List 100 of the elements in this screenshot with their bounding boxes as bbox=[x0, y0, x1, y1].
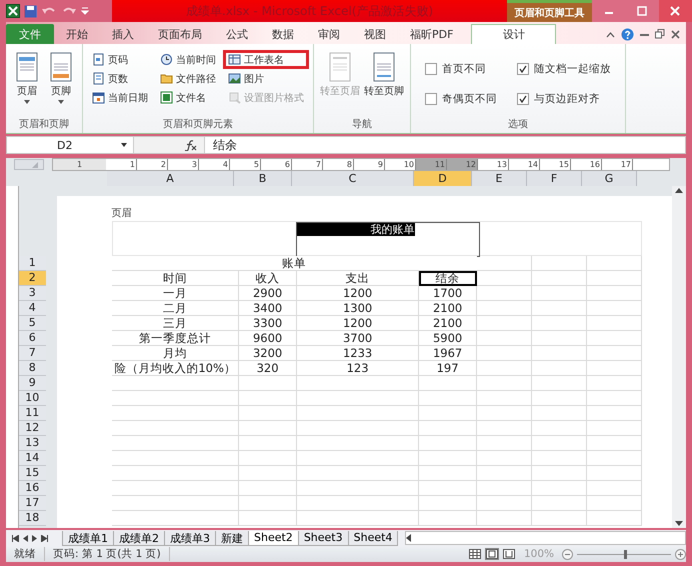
ribbon-tab[interactable]: 数据 bbox=[260, 24, 306, 44]
sheet-tab[interactable]: 新建 bbox=[215, 530, 249, 546]
row-header[interactable]: 17 bbox=[18, 496, 46, 511]
ribbon-button[interactable]: 页脚 bbox=[44, 48, 78, 117]
checkbox[interactable]: 首页不同 bbox=[419, 54, 503, 84]
group-label: 选项 bbox=[507, 118, 529, 132]
zoom-in-button[interactable] bbox=[675, 548, 686, 560]
column-header[interactable]: F bbox=[527, 171, 582, 186]
horizontal-scrollbar[interactable] bbox=[405, 531, 686, 545]
ribbon-button[interactable]: 工作表名 bbox=[223, 50, 309, 69]
check-icon bbox=[519, 95, 527, 103]
collapse-icon[interactable] bbox=[606, 30, 615, 38]
ribbon-tab[interactable]: 开始 bbox=[54, 24, 100, 44]
sheet-tab[interactable]: Sheet2 bbox=[248, 530, 299, 546]
row-header[interactable]: 1 bbox=[18, 256, 46, 271]
zoom-out-button[interactable] bbox=[562, 548, 573, 560]
ribbon-button[interactable]: 页眉 bbox=[10, 48, 44, 117]
ribbon-tab[interactable]: 设计 bbox=[471, 24, 556, 44]
row-header[interactable]: 9 bbox=[18, 376, 46, 391]
ribbon-button[interactable]: 页数 bbox=[87, 69, 153, 88]
ribbon-button[interactable]: 当前时间 bbox=[155, 50, 221, 69]
page-layout-icon bbox=[486, 549, 498, 559]
checkbox[interactable]: 与页边距对齐 bbox=[511, 84, 617, 114]
view-button[interactable] bbox=[502, 548, 516, 560]
scroll-down-icon[interactable] bbox=[675, 521, 684, 526]
ribbon-tab[interactable]: 视图 bbox=[352, 24, 398, 44]
ruler-label: 7 bbox=[292, 159, 323, 170]
ribbon-tab[interactable]: 公式 bbox=[214, 24, 260, 44]
row-header[interactable]: 14 bbox=[18, 451, 46, 466]
table-cell[interactable]: 结余 bbox=[418, 271, 477, 286]
column-header[interactable]: D bbox=[414, 171, 472, 186]
sheet-tab[interactable]: 成绩单3 bbox=[164, 530, 216, 546]
dropdown-icon[interactable] bbox=[81, 6, 89, 16]
ruler-label: 13 bbox=[478, 159, 509, 170]
ribbon-tab[interactable]: 插入 bbox=[100, 24, 146, 44]
table-cell-text: 月均 bbox=[162, 346, 188, 361]
row-header[interactable]: 8 bbox=[18, 361, 46, 376]
view-button[interactable] bbox=[468, 548, 482, 560]
save-icon[interactable] bbox=[24, 4, 37, 18]
column-header[interactable]: C bbox=[292, 171, 414, 186]
row-header[interactable]: 7 bbox=[18, 346, 46, 361]
context-tab-label: 页眉和页脚工具 bbox=[507, 0, 592, 22]
sheet-tab[interactable]: Sheet3 bbox=[298, 530, 349, 546]
table-cell-text: 197 bbox=[436, 361, 460, 376]
table-cell-text: 9600 bbox=[252, 331, 284, 346]
table-cell[interactable]: 支出 bbox=[296, 271, 419, 286]
next-sheet-icon[interactable] bbox=[32, 534, 37, 542]
scroll-up-icon[interactable] bbox=[675, 188, 684, 193]
row-header[interactable]: 10 bbox=[18, 391, 46, 406]
sheet-tab[interactable]: Sheet4 bbox=[348, 530, 398, 546]
row-header[interactable]: 5 bbox=[18, 316, 46, 331]
row-header[interactable]: 12 bbox=[18, 421, 46, 436]
table-cell[interactable]: 时间 bbox=[112, 271, 239, 286]
ribbon-button[interactable]: 图片 bbox=[223, 69, 309, 88]
previous-sheet-icon[interactable] bbox=[23, 534, 28, 542]
ribbon-button[interactable]: 页码 bbox=[87, 50, 153, 69]
clock-icon bbox=[160, 53, 173, 66]
column-header[interactable]: E bbox=[472, 171, 527, 186]
row-header[interactable]: 15 bbox=[18, 466, 46, 481]
header-text: 我的账单 bbox=[296, 223, 415, 236]
ribbon-tab[interactable]: 页面布局 bbox=[146, 24, 214, 44]
last-sheet-icon[interactable] bbox=[41, 534, 48, 542]
sheet-tab[interactable]: 成绩单2 bbox=[113, 530, 165, 546]
ruler-label: 8 bbox=[323, 159, 354, 170]
ribbon-button[interactable]: 文件名 bbox=[155, 88, 221, 107]
ribbon-button[interactable]: 当前日期 bbox=[87, 88, 153, 107]
checkbox[interactable]: 奇偶页不同 bbox=[419, 84, 503, 114]
ribbon-button[interactable]: 文件路径 bbox=[155, 69, 221, 88]
table-cell-text: 1233 bbox=[342, 346, 374, 361]
column-header[interactable]: A bbox=[107, 171, 234, 186]
checkbox[interactable]: 随文档一起缩放 bbox=[511, 54, 617, 84]
column-header[interactable]: G bbox=[582, 171, 637, 186]
row-header[interactable]: 13 bbox=[18, 436, 46, 451]
first-sheet-icon[interactable] bbox=[12, 534, 19, 542]
row-header[interactable]: 2 bbox=[18, 271, 46, 286]
ribbon-button[interactable]: 转至页脚 bbox=[362, 48, 406, 117]
row-header[interactable]: 16 bbox=[18, 481, 46, 496]
ribbon-tab[interactable]: 福昕PDF bbox=[398, 24, 466, 44]
restore-icon[interactable] bbox=[655, 29, 665, 39]
ruler-label: 9 bbox=[354, 159, 385, 170]
help-icon[interactable] bbox=[621, 28, 634, 40]
view-button[interactable] bbox=[484, 548, 499, 560]
table-cell-text: 1300 bbox=[342, 301, 374, 316]
row-header[interactable]: 4 bbox=[18, 301, 46, 316]
row-header[interactable]: 3 bbox=[18, 286, 46, 301]
ribbon-tab[interactable]: 文件 bbox=[6, 24, 54, 44]
spreadsheet-icon[interactable] bbox=[6, 4, 20, 18]
column-header[interactable]: B bbox=[234, 171, 292, 186]
row-header[interactable]: 11 bbox=[18, 406, 46, 421]
row-header[interactable]: 6 bbox=[18, 331, 46, 346]
row-header[interactable]: 18 bbox=[18, 511, 46, 526]
close-icon[interactable] bbox=[671, 30, 680, 38]
table-cell[interactable]: 收入 bbox=[238, 271, 297, 286]
ribbon-tab[interactable]: 审阅 bbox=[306, 24, 352, 44]
status-text: 就绪 bbox=[6, 547, 45, 561]
scroll-left-icon[interactable] bbox=[406, 534, 412, 542]
group-label: 导航 bbox=[351, 118, 373, 132]
table-cell-text: 123 bbox=[346, 361, 370, 376]
sheet-tab[interactable]: 成绩单1 bbox=[62, 530, 114, 546]
maximize-icon[interactable] bbox=[636, 6, 647, 16]
